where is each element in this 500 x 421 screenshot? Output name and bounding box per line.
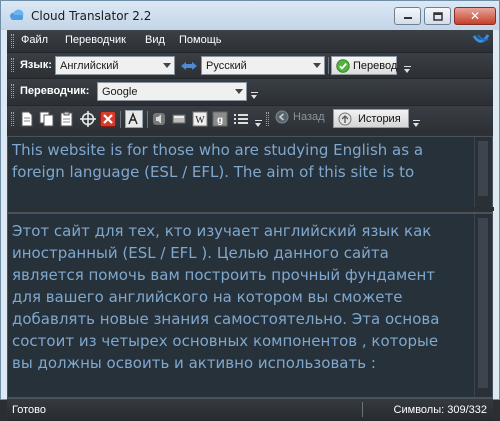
menubar-grip[interactable] [11, 34, 14, 48]
language-label: Язык: [20, 59, 52, 71]
toolbar-grip[interactable] [266, 112, 269, 126]
toolbar-grip[interactable] [11, 112, 14, 126]
translation-text-area[interactable]: Этот сайт для тех, кто изучает английски… [7, 213, 493, 398]
font-a-icon [128, 112, 138, 125]
character-count: Символы: 309/332 [393, 404, 487, 416]
translator-label: Переводчик: [20, 85, 90, 97]
maximize-button[interactable] [424, 7, 451, 25]
new-document-button[interactable] [18, 110, 36, 128]
menu-file[interactable]: Файл [21, 34, 48, 46]
tools-toolbar: W g Назад История [7, 105, 493, 133]
window-title: Cloud Translator 2.2 [31, 9, 152, 23]
toolbar-overflow-icon[interactable] [413, 120, 420, 127]
target-button[interactable] [79, 110, 97, 128]
translator-engine-value: Google [102, 86, 138, 98]
document-icon [21, 111, 33, 127]
crosshair-icon [80, 111, 96, 127]
history-label: История [358, 113, 401, 125]
panel-button[interactable] [170, 110, 188, 128]
wiki-button[interactable]: W [191, 110, 209, 128]
translator-toolbar: Переводчик: Google [7, 78, 493, 104]
toolbar-separator [147, 111, 148, 128]
chevron-down-icon [235, 89, 243, 94]
font-button[interactable] [125, 110, 143, 128]
toolbar-overflow-icon[interactable] [404, 66, 411, 73]
chevron-down-icon [163, 63, 171, 68]
clear-button[interactable] [99, 110, 117, 128]
toolbar-grip[interactable] [11, 84, 14, 98]
paste-button[interactable] [58, 110, 76, 128]
chevron-down-icon [313, 63, 321, 68]
speaker-icon [153, 113, 165, 125]
check-circle-icon [336, 59, 350, 73]
panel-icon [172, 114, 186, 124]
status-separator [362, 402, 363, 417]
source-language-select[interactable]: Английский [55, 56, 175, 75]
source-text[interactable]: This website is for those who are studyi… [12, 139, 452, 183]
title-bar[interactable]: Cloud Translator 2.2 ✕ [1, 1, 499, 30]
translated-text[interactable]: Этот сайт для тех, кто изучает английски… [12, 220, 452, 374]
translate-button[interactable]: Перевод [331, 56, 397, 75]
swap-languages-button[interactable] [179, 57, 199, 75]
translate-label: Перевод [353, 60, 398, 72]
back-arrow-icon [275, 110, 289, 124]
menu-translator[interactable]: Переводчик [65, 34, 126, 46]
toolbar-separator [120, 111, 121, 128]
source-scrollbar[interactable] [474, 137, 492, 212]
swap-arrows-icon [181, 62, 197, 70]
toolbar-grip[interactable] [11, 58, 14, 72]
history-button[interactable]: История [333, 109, 409, 128]
back-label: Назад [293, 111, 325, 123]
toolbar-separator [328, 57, 329, 74]
target-language-value: Русский [206, 60, 247, 72]
wikipedia-w-icon: W [192, 111, 208, 127]
svg-text:W: W [195, 115, 205, 126]
google-g-icon: g [212, 111, 228, 127]
speak-button[interactable] [150, 110, 168, 128]
close-icon: ✕ [469, 9, 481, 23]
close-button[interactable]: ✕ [454, 7, 496, 25]
maximize-icon [432, 11, 443, 21]
app-body: Файл Переводчик Вид Помощь Язык: Английс… [7, 30, 494, 421]
translation-scrollbar[interactable] [474, 214, 492, 397]
translator-engine-select[interactable]: Google [97, 82, 247, 101]
history-arrows-icon [338, 112, 352, 126]
source-text-area[interactable]: This website is for those who are studyi… [7, 136, 494, 213]
scrollbar-thumb[interactable] [478, 141, 488, 196]
copy-button[interactable] [38, 110, 56, 128]
language-toolbar: Язык: Английский Русский Перевод [7, 52, 493, 78]
minimize-icon [403, 17, 412, 19]
list-icon [234, 114, 248, 124]
menu-view[interactable]: Вид [145, 34, 165, 46]
svg-text:g: g [217, 115, 223, 126]
paste-icon [60, 111, 73, 127]
delete-x-icon [100, 111, 116, 127]
toolbar-overflow-icon[interactable] [251, 92, 258, 99]
toolbar-overflow-icon[interactable] [255, 120, 262, 127]
scrollbar-thumb[interactable] [478, 218, 488, 388]
copy-icon [39, 111, 54, 127]
google-button[interactable]: g [211, 110, 229, 128]
app-window: Cloud Translator 2.2 ✕ Файл Переводчик В… [0, 0, 500, 421]
minimize-button[interactable] [394, 7, 421, 25]
logo-swirl-icon [472, 34, 490, 43]
source-language-value: Английский [60, 60, 119, 72]
target-language-select[interactable]: Русский [201, 56, 325, 75]
menu-bar: Файл Переводчик Вид Помощь [7, 30, 493, 52]
cloud-app-icon [10, 9, 24, 20]
menu-help[interactable]: Помощь [179, 34, 222, 46]
pane-splitter[interactable] [8, 207, 494, 211]
status-bar: Готово Символы: 309/332 [7, 398, 493, 421]
list-button[interactable] [232, 110, 250, 128]
status-text: Готово [12, 404, 46, 416]
